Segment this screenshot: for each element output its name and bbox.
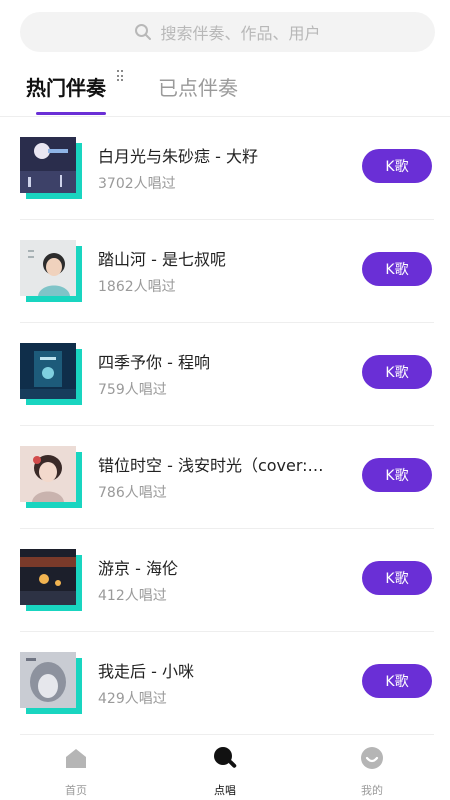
list-item[interactable]: 白月光与朱砂痣 - 大籽 3702人唱过 K歌 xyxy=(20,117,434,220)
song-cover xyxy=(20,240,82,302)
list-item[interactable]: 四季予你 - 程响 759人唱过 K歌 xyxy=(20,323,434,426)
karaoke-button[interactable]: K歌 xyxy=(362,561,432,595)
song-cover xyxy=(20,446,82,508)
sing-count: 429人唱过 xyxy=(98,691,167,707)
search-placeholder: 搜索伴奏、作品、用户 xyxy=(160,24,321,43)
song-title: 游京 - 海伦 xyxy=(98,559,178,578)
album-art-image xyxy=(20,549,76,605)
nav-home[interactable]: 首页 xyxy=(36,746,116,800)
microphone-icon xyxy=(214,747,237,768)
nav-sing[interactable]: 点唱 xyxy=(185,746,265,800)
song-title: 四季予你 - 程响 xyxy=(98,353,210,372)
sing-count: 3702人唱过 xyxy=(98,176,176,192)
album-art-image xyxy=(20,446,76,502)
album-art-image xyxy=(20,240,76,296)
karaoke-button[interactable]: K歌 xyxy=(362,149,432,183)
karaoke-button[interactable]: K歌 xyxy=(362,252,432,286)
tab-bar: 热门伴奏 已点伴奏 xyxy=(0,62,450,116)
album-art-image xyxy=(20,343,76,399)
song-title: 白月光与朱砂痣 - 大籽 xyxy=(98,147,258,166)
search-icon xyxy=(135,24,152,40)
song-cover xyxy=(20,549,82,611)
list-item[interactable]: 踏山河 - 是七叔呢 1862人唱过 K歌 xyxy=(20,220,434,323)
album-art-image xyxy=(20,652,76,708)
sing-count: 786人唱过 xyxy=(98,485,167,501)
song-title: 我走后 - 小咪 xyxy=(98,662,194,681)
active-tab-indicator xyxy=(36,112,106,115)
nav-profile[interactable]: 我的 xyxy=(332,746,412,800)
tab-hot-accompaniment[interactable]: 热门伴奏 xyxy=(26,74,106,102)
nav-label: 首页 xyxy=(65,784,87,797)
song-title: 踏山河 - 是七叔呢 xyxy=(98,250,226,269)
sing-count: 412人唱过 xyxy=(98,588,167,604)
nav-label: 点唱 xyxy=(214,784,236,797)
drag-handle-icon xyxy=(117,70,123,82)
song-cover xyxy=(20,343,82,405)
list-item[interactable]: 错位时空 - 浅安时光（cover:… 786人唱过 K歌 xyxy=(20,426,434,529)
tab-ordered-accompaniment[interactable]: 已点伴奏 xyxy=(158,74,238,102)
list-item[interactable]: 游京 - 海伦 412人唱过 K歌 xyxy=(20,529,434,632)
nav-label: 我的 xyxy=(361,784,383,797)
list-item[interactable]: 我走后 - 小咪 429人唱过 K歌 xyxy=(20,632,434,735)
karaoke-button[interactable]: K歌 xyxy=(362,355,432,389)
song-cover xyxy=(20,652,82,714)
sing-count: 1862人唱过 xyxy=(98,279,176,295)
karaoke-button[interactable]: K歌 xyxy=(362,458,432,492)
bottom-nav: 首页 点唱 我的 xyxy=(0,740,450,800)
home-icon xyxy=(66,749,86,768)
search-bar[interactable]: 搜索伴奏、作品、用户 xyxy=(20,12,435,52)
album-art-image xyxy=(20,137,76,193)
karaoke-button[interactable]: K歌 xyxy=(362,664,432,698)
song-list: 白月光与朱砂痣 - 大籽 3702人唱过 K歌 踏山河 - 是七叔呢 1862人… xyxy=(0,117,450,735)
smile-icon xyxy=(361,747,383,769)
song-title: 错位时空 - 浅安时光（cover:… xyxy=(98,456,324,475)
song-cover xyxy=(20,137,82,199)
sing-count: 759人唱过 xyxy=(98,382,167,398)
